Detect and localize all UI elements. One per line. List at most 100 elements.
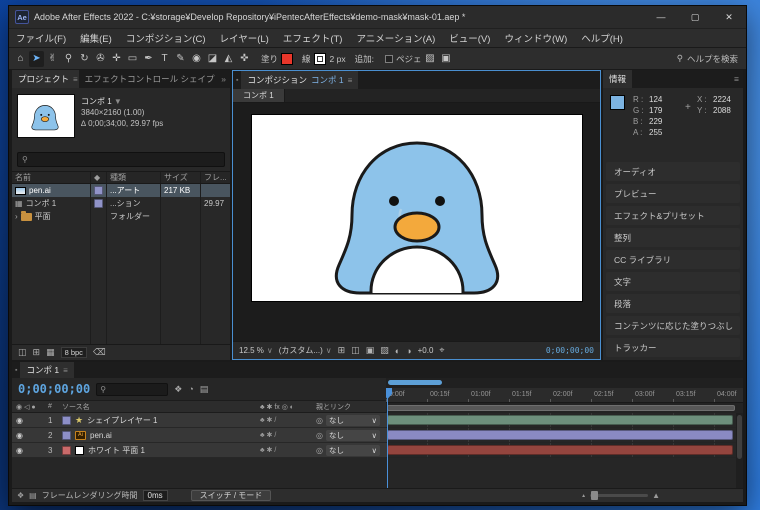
current-time-display[interactable]: 0;00;00;00 <box>18 382 90 396</box>
panel-content-aware-fill[interactable]: コンテンツに応じた塗りつぶし <box>606 316 740 335</box>
viewer-tab-comp-1[interactable]: コンポ 1 <box>233 89 285 102</box>
panel-audio[interactable]: オーディオ <box>606 162 740 181</box>
clone-stamp-tool-icon[interactable]: ◉ <box>189 51 204 67</box>
source-name-header[interactable]: ソース名 <box>62 402 260 412</box>
column-fps[interactable]: フレ... <box>200 172 230 183</box>
pickwhip-icon[interactable]: ◎ <box>316 446 323 455</box>
tab-effect-controls[interactable]: エフェクトコントロール シェイプ ≡ <box>79 70 218 88</box>
time-navigator[interactable] <box>386 378 743 388</box>
grid-options-icon[interactable]: ⊞ <box>338 345 346 356</box>
layer-label-swatch[interactable] <box>62 446 71 455</box>
project-item-pen-ai[interactable]: pen.ai ...アート 217 KB <box>12 184 230 197</box>
panel-preview[interactable]: プレビュー <box>606 184 740 203</box>
time-navigator-handle[interactable] <box>388 380 442 385</box>
tab-project[interactable]: プロジェクト ≡ <box>12 70 79 88</box>
menu-file[interactable]: ファイル(F) <box>9 31 73 45</box>
render-status-icon[interactable]: ❖ <box>17 491 24 500</box>
stroke-width-value[interactable]: 2 px <box>330 54 346 64</box>
close-button[interactable]: ✕ <box>712 6 746 28</box>
interpret-footage-icon[interactable]: ◫ <box>18 347 27 358</box>
eye-icon[interactable]: ◉ <box>12 416 48 425</box>
pen-tool-icon[interactable]: ✒ <box>141 51 156 67</box>
timeline-zoom-control[interactable]: ▲ ▲ <box>581 491 660 500</box>
layer-switches[interactable]: ♣ ✱ / <box>260 416 316 424</box>
help-search[interactable]: ⚲ ヘルプを検索 <box>677 53 742 65</box>
column-name[interactable]: 名前 <box>12 172 90 183</box>
draft-3d-icon[interactable]: ◔ <box>188 384 193 394</box>
performance-icon[interactable]: ▤ <box>29 491 37 500</box>
layer-name[interactable]: シェイプレイヤー 1 <box>87 415 157 426</box>
shape-tool-icon[interactable]: ▭ <box>125 51 140 67</box>
new-folder-icon[interactable]: ⊞ <box>33 347 41 358</box>
tab-info[interactable]: 情報 <box>603 70 632 88</box>
column-size[interactable]: サイズ <box>160 172 200 183</box>
snapshot-icon[interactable]: ⌖ <box>439 345 444 356</box>
layer-label-swatch[interactable] <box>62 416 71 425</box>
layer-label-swatch[interactable] <box>62 431 71 440</box>
graph-editor-icon[interactable]: ▤ <box>200 384 209 395</box>
zoom-slider-track[interactable] <box>590 494 648 497</box>
selection-tool-icon[interactable]: ➤ <box>29 51 44 67</box>
stroke-color-swatch[interactable] <box>314 53 326 65</box>
twirl-icon[interactable]: › <box>15 212 18 221</box>
work-area-bar[interactable] <box>387 405 735 411</box>
brush-tool-icon[interactable]: ✎ <box>173 51 188 67</box>
time-ruler[interactable]: 0:00f 00:15f 01:00f 01:15f 02:00f 02:15f… <box>386 388 743 403</box>
composition-mini-flowchart-icon[interactable]: ❖ <box>174 384 182 395</box>
menu-view[interactable]: ビュー(V) <box>442 31 497 45</box>
tab-overflow-icon[interactable]: » <box>217 70 230 88</box>
tab-timeline-comp-1[interactable]: コンポ 1 ≡ <box>20 362 73 378</box>
region-of-interest-icon[interactable]: ▣ <box>366 345 375 356</box>
puppet-tool-icon[interactable]: ✜ <box>237 51 252 67</box>
layer-duration-bar-pen-ai[interactable] <box>387 430 733 440</box>
parent-dropdown[interactable]: なし∨ <box>326 430 380 441</box>
layer-row-shape[interactable]: ◉ 1 ★ シェイプレイヤー 1 ♣ ✱ / ◎ なし∨ <box>12 413 386 428</box>
transparency-grid-icon[interactable]: ▨ <box>380 345 389 356</box>
panel-cc-libraries[interactable]: CC ライブラリ <box>606 250 740 269</box>
zoom-tool-icon[interactable]: ⚲ <box>61 51 76 67</box>
camera-tool-icon[interactable]: ✇ <box>93 51 108 67</box>
layer-row-white-solid[interactable]: ◉ 3 ホワイト 平面 1 ♣ ✱ / ◎ なし∨ <box>12 443 386 458</box>
zoom-out-icon[interactable]: ▲ <box>581 493 586 499</box>
menu-help[interactable]: ヘルプ(H) <box>574 31 630 45</box>
menu-composition[interactable]: コンポジション(C) <box>119 31 213 45</box>
layer-name[interactable]: pen.ai <box>90 431 112 440</box>
column-type[interactable]: 種類 <box>106 172 160 183</box>
bezier-toggle[interactable]: ペジェ <box>385 53 422 65</box>
layer-duration-bar-shape[interactable] <box>387 415 733 425</box>
orbit-tool-icon[interactable]: ↻ <box>77 51 92 67</box>
column-label-icon[interactable]: ◆ <box>90 172 106 183</box>
zoom-slider-thumb[interactable] <box>591 491 598 500</box>
switches-header[interactable]: ♣ ✱ fx ◎ ◐ <box>260 403 316 411</box>
timeline-search-input[interactable] <box>109 385 164 394</box>
pickwhip-icon[interactable]: ◎ <box>316 431 323 440</box>
resolution-dropdown[interactable]: (カスタム...)∨ <box>279 345 332 356</box>
exposure-value[interactable]: +0.0 <box>418 346 434 355</box>
bezier-checkbox[interactable] <box>385 55 393 63</box>
zoom-in-icon[interactable]: ▲ <box>652 491 660 500</box>
parent-link-header[interactable]: 親とリンク <box>316 402 386 412</box>
footage-preview-thumbnail[interactable] <box>18 95 74 137</box>
viewer-timecode[interactable]: 0;00;00;00 <box>546 346 594 355</box>
panel-tracker[interactable]: トラッカー <box>606 338 740 357</box>
layer-switches[interactable]: ♣ ✱ / <box>260 446 316 454</box>
shape-option-icon[interactable]: ▨ <box>423 51 438 67</box>
type-tool-icon[interactable]: T <box>157 51 172 67</box>
parent-dropdown[interactable]: なし∨ <box>326 415 380 426</box>
project-item-comp-1[interactable]: ▦コンポ 1 ...ション 29.97 <box>12 197 230 210</box>
home-tool-icon[interactable]: ⌂ <box>13 51 28 67</box>
tab-composition[interactable]: コンポジション コンポ 1 ≡ <box>241 71 358 89</box>
menu-layer[interactable]: レイヤー(L) <box>213 31 276 45</box>
menu-window[interactable]: ウィンドウ(W) <box>497 31 574 45</box>
composition-canvas[interactable] <box>252 115 582 301</box>
panel-menu-icon[interactable]: ≡ <box>63 366 68 375</box>
eraser-tool-icon[interactable]: ◪ <box>205 51 220 67</box>
label-color-swatch[interactable] <box>94 199 103 208</box>
bit-depth[interactable]: 8 bpc <box>61 347 87 358</box>
mask-visibility-icon[interactable]: ◫ <box>351 345 360 356</box>
pan-behind-tool-icon[interactable]: ✛ <box>109 51 124 67</box>
scrollbar-thumb[interactable] <box>737 415 742 459</box>
eye-icon[interactable]: ◉ <box>12 431 48 440</box>
composition-viewer[interactable] <box>233 103 600 341</box>
new-composition-icon[interactable]: ▦ <box>46 347 55 358</box>
